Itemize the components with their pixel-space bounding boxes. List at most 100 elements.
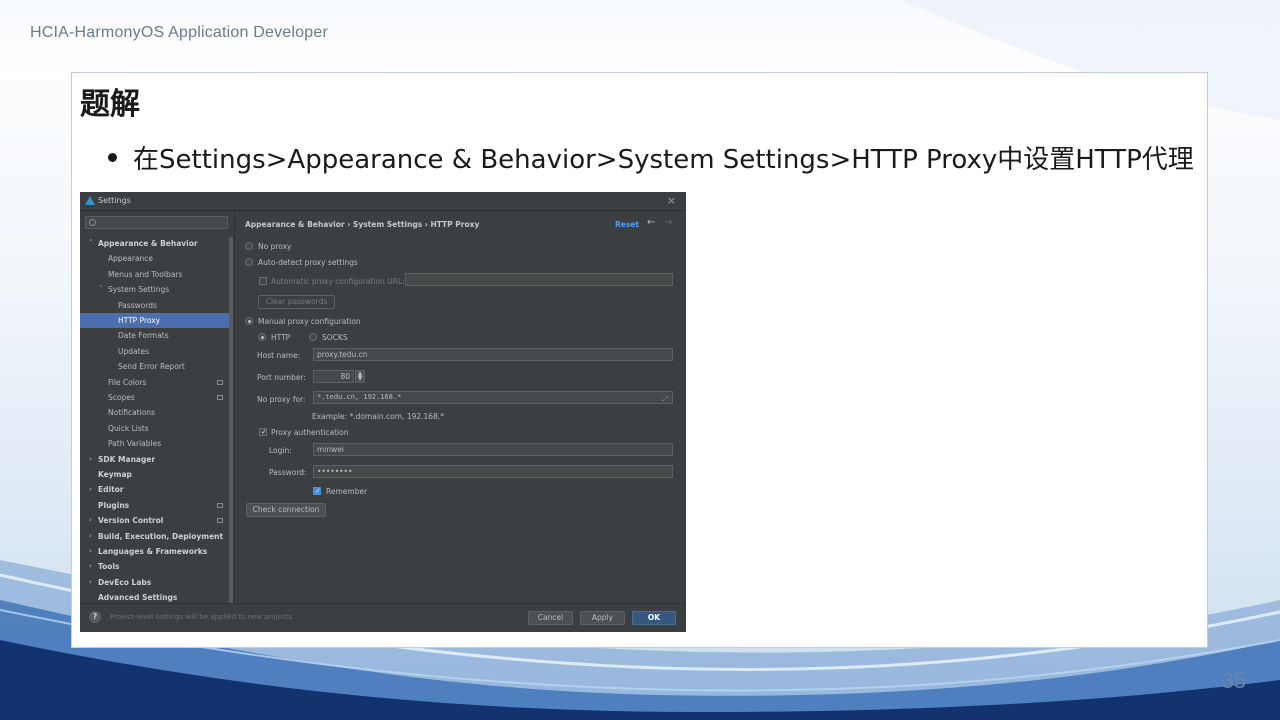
dialog-title: Settings	[98, 196, 131, 205]
sidebar-item[interactable]: Send Error Report	[80, 359, 233, 374]
sidebar-item[interactable]: Path Variables	[80, 436, 233, 451]
sidebar-item-label: Plugins	[98, 500, 130, 510]
sidebar-item[interactable]: Passwords	[80, 298, 233, 313]
reset-link[interactable]: Reset	[615, 220, 639, 229]
chevron-down-icon[interactable]: ˅	[99, 282, 103, 297]
sidebar-item[interactable]: › DevEco Labs	[80, 575, 233, 590]
proxy-auth-checkbox[interactable]: ✓	[259, 428, 267, 436]
sidebar-item-label: Quick Lists	[108, 423, 149, 433]
chevron-right-icon[interactable]: ›	[89, 529, 92, 544]
sidebar-item-label: Notifications	[108, 408, 155, 418]
sidebar-item[interactable]: › Build, Execution, Deployment	[80, 529, 233, 544]
sidebar-item[interactable]: Appearance	[80, 251, 233, 266]
sidebar-item[interactable]: Keymap	[80, 467, 233, 482]
slide-title: 题解	[80, 87, 140, 122]
chevron-right-icon[interactable]: ›	[89, 482, 92, 497]
sidebar-item[interactable]: Updates	[80, 344, 233, 359]
sidebar-item[interactable]: › SDK Manager	[80, 452, 233, 467]
chevron-down-icon[interactable]: ˅	[89, 236, 93, 251]
ok-button[interactable]: OK	[632, 611, 676, 625]
project-scope-icon	[217, 395, 223, 400]
close-icon[interactable]: ×	[667, 194, 676, 207]
sidebar-item[interactable]: File Colors	[80, 375, 233, 390]
auto-config-url-checkbox[interactable]	[259, 277, 267, 285]
sidebar-item[interactable]: Date Formats	[80, 328, 233, 343]
sidebar-item[interactable]: › Languages & Frameworks	[80, 544, 233, 559]
chevron-right-icon[interactable]: ›	[89, 544, 92, 559]
sidebar-item[interactable]: › Tools	[80, 559, 233, 574]
sidebar-item-label: Send Error Report	[118, 362, 185, 372]
help-icon[interactable]: ?	[89, 611, 101, 623]
no-proxy-for-field[interactable]: *.tedu.cn, 192.168.* ⤢	[313, 391, 673, 404]
settings-main-panel: Appearance & Behavior › System Settings …	[235, 211, 686, 603]
sidebar-item-label: Scopes	[108, 393, 135, 402]
forward-arrow-icon[interactable]: →	[664, 217, 672, 228]
sidebar-item[interactable]: Menus and Toolbars	[80, 267, 233, 282]
auto-config-url-label: Automatic proxy configuration URL:	[271, 277, 405, 286]
sidebar-item-label: DevEco Labs	[98, 577, 152, 587]
sidebar-item-label: File Colors	[108, 377, 147, 387]
no-proxy-label: No proxy	[258, 242, 292, 251]
sidebar-item[interactable]: HTTP Proxy	[80, 313, 233, 328]
sidebar-item-label: Appearance	[108, 254, 154, 264]
login-field[interactable]: minwei	[313, 443, 673, 456]
sidebar-item-label: SDK Manager	[98, 454, 156, 464]
radio-socks[interactable]	[309, 333, 317, 341]
sidebar-item-label: Build, Execution, Deployment	[98, 531, 224, 541]
sidebar-scrollbar[interactable]	[229, 237, 233, 617]
clear-passwords-button[interactable]: Clear passwords	[258, 295, 335, 309]
check-mark-icon: ✓	[315, 487, 321, 495]
remember-checkbox[interactable]: ✓	[313, 487, 321, 495]
breadcrumb: Appearance & Behavior › System Settings …	[245, 220, 480, 229]
bullet-dot-icon	[108, 153, 117, 162]
remember-label: Remember	[326, 487, 368, 496]
sidebar-item-label: Editor	[98, 485, 124, 495]
project-scope-icon	[217, 518, 223, 524]
chevron-right-icon[interactable]: ›	[89, 513, 92, 528]
radio-no-proxy[interactable]	[245, 242, 253, 250]
bullet-item: 在Settings>Appearance & Behavior>System S…	[108, 139, 1194, 176]
login-label: Login:	[269, 446, 292, 455]
no-proxy-for-value: *.tedu.cn, 192.168.*	[317, 393, 402, 401]
header-brand: HCIA-HarmonyOS Application Developer	[30, 24, 328, 41]
sidebar-item[interactable]: Plugins	[80, 498, 233, 513]
dialog-footer: ? Project-level settings will be applied…	[80, 603, 686, 632]
sidebar-item[interactable]: Notifications	[80, 405, 233, 420]
sidebar-item[interactable]: ˅ Appearance & Behavior	[80, 236, 233, 251]
sidebar-item-label: HTTP Proxy	[118, 316, 161, 325]
apply-button[interactable]: Apply	[580, 611, 625, 625]
sidebar-item[interactable]: ˅ System Settings	[80, 282, 233, 297]
chevron-right-icon[interactable]: ›	[89, 452, 92, 467]
radio-http[interactable]	[258, 333, 266, 341]
sidebar-item-label: Date Formats	[118, 331, 169, 341]
search-icon	[89, 219, 96, 226]
radio-auto-detect[interactable]	[245, 258, 253, 266]
sidebar-item-label: Path Variables	[108, 439, 162, 449]
sidebar-item-label: Keymap	[98, 470, 132, 479]
auto-config-url-field[interactable]	[405, 273, 673, 286]
port-number-field[interactable]: 80	[313, 370, 354, 383]
http-label: HTTP	[271, 333, 291, 342]
port-number-label: Port number:	[257, 373, 306, 382]
cancel-button[interactable]: Cancel	[528, 611, 573, 625]
password-field[interactable]: ••••••••	[313, 465, 673, 478]
app-logo-icon	[85, 196, 95, 205]
chevron-right-icon[interactable]: ›	[89, 559, 92, 574]
chevron-right-icon[interactable]: ›	[89, 575, 92, 590]
sidebar-item[interactable]: Quick Lists	[80, 421, 233, 436]
host-name-field[interactable]: proxy.tedu.cn	[313, 348, 673, 361]
radio-manual-proxy[interactable]	[245, 317, 253, 325]
settings-search-input[interactable]	[85, 216, 228, 229]
settings-sidebar: ˅ Appearance & Behavior Appearance Menus an…	[80, 211, 235, 617]
sidebar-item[interactable]: › Editor	[80, 482, 233, 497]
back-arrow-icon[interactable]: ←	[647, 217, 655, 228]
password-label: Password:	[269, 468, 307, 477]
sidebar-item[interactable]: › Version Control	[80, 513, 233, 528]
sidebar-item-label: Menus and Toolbars	[108, 269, 183, 279]
sidebar-item[interactable]: Scopes	[80, 390, 233, 405]
expand-icon[interactable]: ⤢	[662, 394, 668, 403]
sidebar-item-label: Passwords	[118, 300, 157, 310]
sidebar-item-label: Updates	[118, 346, 150, 356]
check-connection-button[interactable]: Check connection	[246, 503, 326, 517]
port-spinner-icon[interactable]: ▲ ▼	[355, 370, 365, 383]
